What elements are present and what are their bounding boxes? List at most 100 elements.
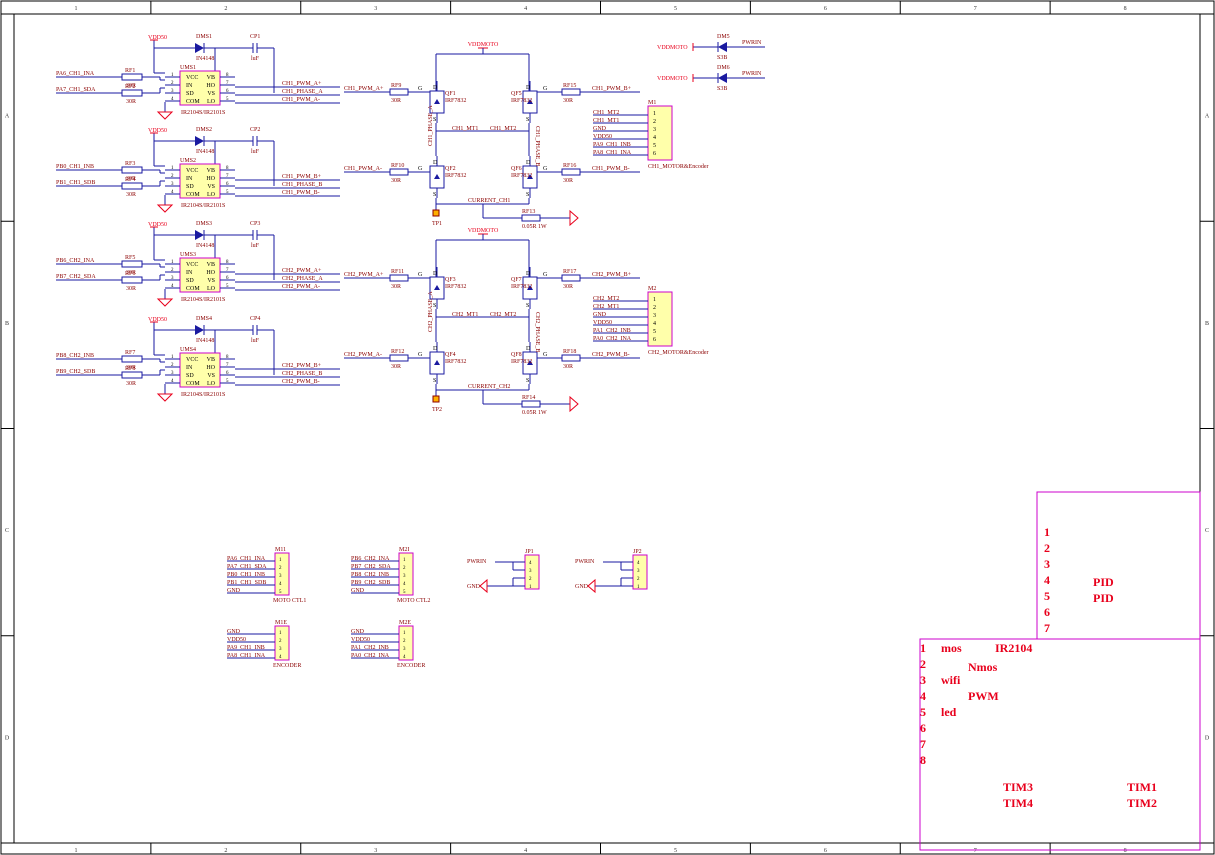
note-number: 6 — [1044, 605, 1050, 619]
pin-name: VB — [207, 168, 215, 174]
gate-net: CH2_PWM_A- — [344, 352, 382, 358]
pin-name: VB — [207, 357, 215, 363]
column-number: 1 — [74, 848, 77, 854]
header-name: MOTO CTL2 — [397, 598, 430, 604]
note-number: 1 — [1044, 525, 1050, 539]
pin-d: D — [433, 160, 438, 166]
pin-d: D — [526, 271, 531, 277]
mosfet-part: IRF7832 — [445, 359, 466, 365]
mosfet-arrow — [434, 174, 440, 179]
note-number: 2 — [920, 657, 926, 671]
resistor-value: 30R — [563, 364, 573, 370]
cap-value: luF — [251, 338, 260, 344]
resistor-value: 30R — [126, 286, 136, 292]
diode-ref: DM6 — [717, 65, 730, 71]
pin-name: VCC — [186, 75, 198, 81]
resistor — [121, 182, 143, 190]
ground-symbol — [156, 111, 174, 120]
gate-driver-4: VDD50 DMS4IN4148CP4luFUMS4IR2104S/IR2101S… — [56, 316, 340, 402]
ground-symbol — [156, 393, 174, 402]
jumper-1: JP14321PWRINGND — [467, 549, 540, 594]
jumper-ref: JP2 — [633, 549, 642, 555]
pin-name: IN — [186, 270, 193, 276]
header-3: M1EENCODERGND 1VDD50 2PA9_CH1_INB 3PA8_CH1_… — [227, 620, 301, 669]
cap-ref: CP3 — [250, 221, 260, 227]
gate-resistor — [389, 274, 409, 282]
note-number: 7 — [920, 737, 926, 751]
pin-name: LO — [207, 192, 216, 198]
timer-label: TIM3 — [1003, 780, 1033, 794]
pin-name: COM — [186, 99, 200, 105]
note-box-top — [1036, 491, 1201, 640]
diode-symbol — [718, 42, 727, 52]
motor-net: CH1_MT2 — [490, 126, 516, 132]
output-net: CH2_PWM_A+ — [282, 268, 322, 274]
diode-symbol — [195, 230, 204, 240]
note-text: led — [941, 705, 957, 719]
jumper-body — [632, 554, 648, 590]
timer-label: TIM2 — [1127, 796, 1157, 810]
chip-ref: UMS1 — [180, 65, 196, 71]
column-number: 5 — [674, 6, 677, 12]
shunt-resistor — [521, 214, 541, 222]
pin-d: D — [526, 346, 531, 352]
pin-g: G — [418, 86, 423, 92]
column-number: 6 — [824, 6, 827, 12]
pwr-net: PWRIN — [575, 559, 595, 565]
header-body — [274, 625, 290, 661]
mosfet-part: IRF7832 — [445, 284, 466, 290]
test-point — [432, 395, 440, 403]
gnd-net: GND — [575, 584, 589, 590]
pin-name: HO — [206, 365, 215, 371]
output-net: CH2_PWM_A- — [282, 284, 320, 290]
column-number: 4 — [524, 6, 527, 12]
net-label: PWRIN — [742, 71, 762, 77]
jumper-body — [524, 554, 540, 590]
input-net: PB6_CH2_INA — [56, 258, 95, 264]
schematic-sheet: 1122334455667788A AB BC CD D VDD50 DMS1IN4148… — [0, 0, 1215, 855]
phase-net: CH2_PHASE_B — [534, 312, 540, 352]
row-letter: C — [1205, 528, 1209, 534]
resistor-ref: RF15 — [563, 83, 576, 89]
pin-d: D — [433, 346, 438, 352]
pin-name: LO — [207, 381, 216, 387]
pin-name: VB — [207, 262, 215, 268]
output-net: CH2_PWM_B+ — [282, 363, 322, 369]
gate-net: CH2_PWM_A+ — [344, 272, 384, 278]
motor-net: CH2_MT2 — [490, 312, 516, 318]
header-name: ENCODER — [273, 663, 301, 669]
header-body — [398, 552, 414, 596]
pin-g: G — [543, 86, 548, 92]
diode-ref: DMS1 — [196, 34, 212, 40]
note-number: 7 — [1044, 621, 1050, 635]
resistor — [121, 260, 143, 268]
resistor — [121, 371, 143, 379]
note-number: 6 — [920, 721, 926, 735]
chip-ref: UMS4 — [180, 347, 196, 353]
resistor-ref: RF18 — [563, 349, 576, 355]
resistor-ref: RF4 — [125, 177, 135, 183]
diode-value: IN4148 — [196, 243, 214, 249]
header-ref: M2I — [399, 547, 409, 553]
pin-s: S — [526, 378, 529, 384]
diode-ref: DMS4 — [196, 316, 212, 322]
ground-arrow — [569, 209, 579, 227]
header-ref: M2E — [399, 620, 411, 626]
motor-net: CH1_MT1 — [452, 126, 478, 132]
diode-ref: DM5 — [717, 34, 730, 40]
pin-name: VB — [207, 75, 215, 81]
mosfet-part: IRF7832 — [511, 173, 532, 179]
note-box-bottom — [919, 638, 1201, 851]
resistor — [121, 276, 143, 284]
resistor-ref: RF6 — [125, 271, 135, 277]
resistor-value: 30R — [391, 364, 401, 370]
pin-number: 4 — [653, 321, 656, 327]
resistor-ref: RF10 — [391, 163, 404, 169]
pin-name: LO — [207, 99, 216, 105]
pin-name: SD — [186, 91, 194, 97]
mosfet-ref: QF6 — [511, 166, 522, 172]
pin-number: 6 — [653, 337, 656, 343]
gate-net: CH1_PWM_A- — [344, 166, 382, 172]
pin-number: 5 — [653, 329, 656, 335]
diode-value: IN4148 — [196, 149, 214, 155]
